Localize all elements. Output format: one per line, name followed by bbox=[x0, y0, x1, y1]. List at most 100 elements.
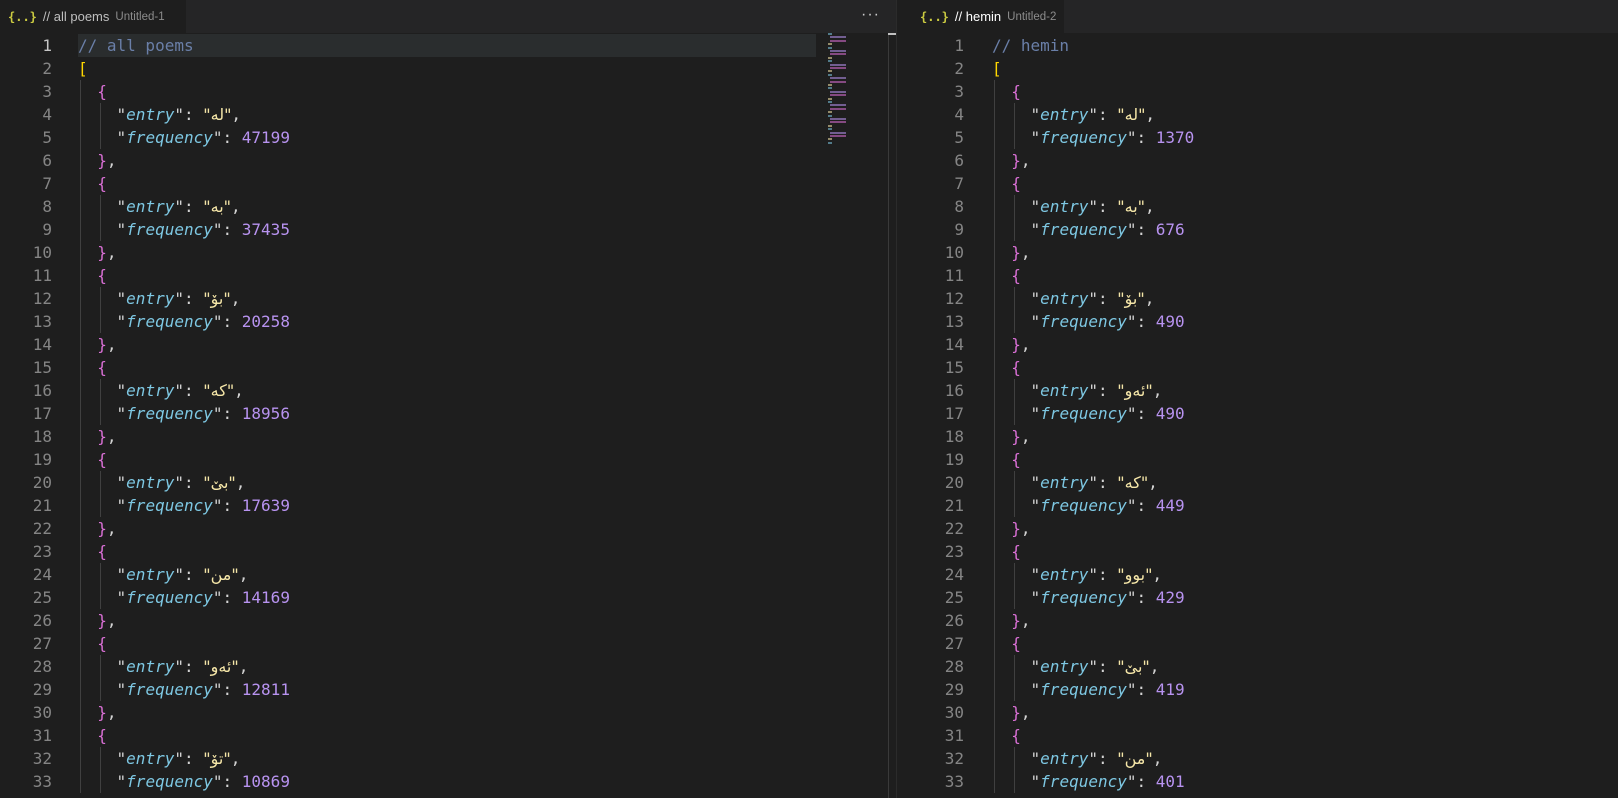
code-line[interactable]: 10 }, bbox=[912, 241, 1618, 264]
code-line[interactable]: 24 "entry": "من", bbox=[0, 563, 896, 586]
code-line[interactable]: 31 { bbox=[0, 724, 896, 747]
code-line[interactable]: 9 "frequency": 676 bbox=[912, 218, 1618, 241]
code-line[interactable]: 6 }, bbox=[0, 149, 896, 172]
code-line[interactable]: 27 { bbox=[0, 632, 896, 655]
quote-token: " bbox=[1088, 657, 1098, 676]
code-line[interactable]: 25 "frequency": 429 bbox=[912, 586, 1618, 609]
code-line[interactable]: 1 // hemin bbox=[912, 34, 1618, 57]
code-line[interactable]: 8 "entry": "به", bbox=[0, 195, 896, 218]
code-line[interactable]: 13 "frequency": 20258 bbox=[0, 310, 896, 333]
line-code: }, bbox=[992, 517, 1030, 540]
code-line[interactable]: 7 { bbox=[0, 172, 896, 195]
code-line[interactable]: 16 "entry": "ئەو", bbox=[912, 379, 1618, 402]
line-code: { bbox=[78, 724, 107, 747]
tab-untitled-1[interactable]: {..} // all poems Untitled-1 bbox=[0, 0, 186, 33]
code-line[interactable]: 24 "entry": "بوو", bbox=[912, 563, 1618, 586]
code-line[interactable]: 33 "frequency": 10869 bbox=[0, 770, 896, 793]
code-line[interactable]: 4 "entry": "له", bbox=[0, 103, 896, 126]
line-number: 7 bbox=[42, 174, 52, 193]
colon-token: : bbox=[1097, 289, 1118, 308]
code-line[interactable]: 27 { bbox=[912, 632, 1618, 655]
code-line[interactable]: 12 "entry": "بۆ", bbox=[0, 287, 896, 310]
code-line[interactable]: 15 { bbox=[0, 356, 896, 379]
code-line[interactable]: 17 "frequency": 490 bbox=[912, 402, 1618, 425]
code-editor[interactable]: 1// hemin 2[3 {4 "entry": "له", 5 "frequen… bbox=[912, 33, 1618, 798]
minimap[interactable] bbox=[826, 33, 848, 153]
line-code: }, bbox=[992, 425, 1030, 448]
code-line[interactable]: 15 { bbox=[912, 356, 1618, 379]
code-line[interactable]: 21 "frequency": 449 bbox=[912, 494, 1618, 517]
code-line[interactable]: 7 { bbox=[912, 172, 1618, 195]
code-line[interactable]: 17 "frequency": 18956 bbox=[0, 402, 896, 425]
code-line[interactable]: 3 { bbox=[0, 80, 896, 103]
brace-token: } bbox=[992, 611, 1021, 630]
code-line[interactable]: 26 }, bbox=[912, 609, 1618, 632]
tab-untitled-2[interactable]: {..} // hemin Untitled-2 bbox=[912, 0, 1064, 33]
colon-token: : bbox=[1097, 473, 1118, 492]
code-line[interactable]: 14 }, bbox=[0, 333, 896, 356]
code-line[interactable]: 23 { bbox=[912, 540, 1618, 563]
code-line[interactable]: 18 }, bbox=[0, 425, 896, 448]
line-code: { bbox=[78, 80, 107, 103]
indent-token bbox=[992, 312, 1031, 331]
scrollbar-track[interactable] bbox=[888, 33, 889, 798]
code-editor[interactable]: 1// all poems 2[3 {4 "entry": "له", 5 "fre… bbox=[0, 33, 896, 798]
code-line[interactable]: 33 "frequency": 401 bbox=[912, 770, 1618, 793]
code-line[interactable]: 9 "frequency": 37435 bbox=[0, 218, 896, 241]
code-line[interactable]: 12 "entry": "بۆ", bbox=[912, 287, 1618, 310]
code-line[interactable]: 11 { bbox=[0, 264, 896, 287]
code-line[interactable]: 32 "entry": "تۆ", bbox=[0, 747, 896, 770]
code-line[interactable]: 6 }, bbox=[912, 149, 1618, 172]
code-line[interactable]: 14 }, bbox=[912, 333, 1618, 356]
code-line[interactable]: 4 "entry": "له", bbox=[912, 103, 1618, 126]
line-number: 17 bbox=[32, 404, 52, 423]
code-line[interactable]: 28 "entry": "ئەو", bbox=[0, 655, 896, 678]
code-line[interactable]: 5 "frequency": 47199 bbox=[0, 126, 896, 149]
code-line[interactable]: 22 }, bbox=[912, 517, 1618, 540]
code-line[interactable]: 22 }, bbox=[0, 517, 896, 540]
code-line[interactable]: 25 "frequency": 14169 bbox=[0, 586, 896, 609]
colon-token: : bbox=[1097, 197, 1118, 216]
code-line[interactable]: 31 { bbox=[912, 724, 1618, 747]
code-line[interactable]: 19 { bbox=[912, 448, 1618, 471]
code-line[interactable]: 11 { bbox=[912, 264, 1618, 287]
code-line[interactable]: 19 { bbox=[0, 448, 896, 471]
code-line[interactable]: 10 }, bbox=[0, 241, 896, 264]
colon-token: : bbox=[222, 404, 242, 423]
code-line[interactable]: 21 "frequency": 17639 bbox=[0, 494, 896, 517]
indent-token bbox=[78, 381, 117, 400]
code-line[interactable]: 2[ bbox=[912, 57, 1618, 80]
line-code: "frequency": 17639 bbox=[78, 494, 290, 517]
code-line[interactable]: 20 "entry": "که", bbox=[912, 471, 1618, 494]
code-line[interactable]: 29 "frequency": 419 bbox=[912, 678, 1618, 701]
code-line[interactable]: 13 "frequency": 490 bbox=[912, 310, 1618, 333]
more-actions-icon[interactable]: ··· bbox=[861, 6, 880, 24]
code-line[interactable]: 16 "entry": "که", bbox=[0, 379, 896, 402]
code-line[interactable]: 2[ bbox=[0, 57, 896, 80]
code-line[interactable]: 1 // all poems bbox=[0, 34, 896, 57]
code-line[interactable]: 28 "entry": "بێ", bbox=[912, 655, 1618, 678]
code-line[interactable]: 18 }, bbox=[912, 425, 1618, 448]
code-line[interactable]: 8 "entry": "به", bbox=[912, 195, 1618, 218]
code-line[interactable]: 3 { bbox=[912, 80, 1618, 103]
quote-token: " bbox=[1030, 680, 1041, 699]
editor-split-sash[interactable] bbox=[896, 0, 912, 798]
code-line[interactable]: 20 "entry": "بێ", bbox=[0, 471, 896, 494]
code-line[interactable]: 30 }, bbox=[912, 701, 1618, 724]
comma-token: , bbox=[230, 749, 241, 768]
comma-token: , bbox=[231, 197, 241, 216]
code-line[interactable]: 30 }, bbox=[0, 701, 896, 724]
line-number: 13 bbox=[32, 312, 52, 331]
indent-token bbox=[78, 220, 117, 239]
line-code: { bbox=[992, 264, 1021, 287]
code-line[interactable]: 23 { bbox=[0, 540, 896, 563]
code-line[interactable]: 5 "frequency": 1370 bbox=[912, 126, 1618, 149]
scrollbar-thumb[interactable] bbox=[888, 33, 896, 35]
key-token: entry bbox=[126, 105, 175, 124]
code-line[interactable]: 29 "frequency": 12811 bbox=[0, 678, 896, 701]
code-line[interactable]: 26 }, bbox=[0, 609, 896, 632]
line-number: 24 bbox=[32, 565, 52, 584]
code-line[interactable]: 32 "entry": "من", bbox=[912, 747, 1618, 770]
key-token: entry bbox=[1040, 197, 1089, 216]
quote-token: " bbox=[116, 680, 127, 699]
